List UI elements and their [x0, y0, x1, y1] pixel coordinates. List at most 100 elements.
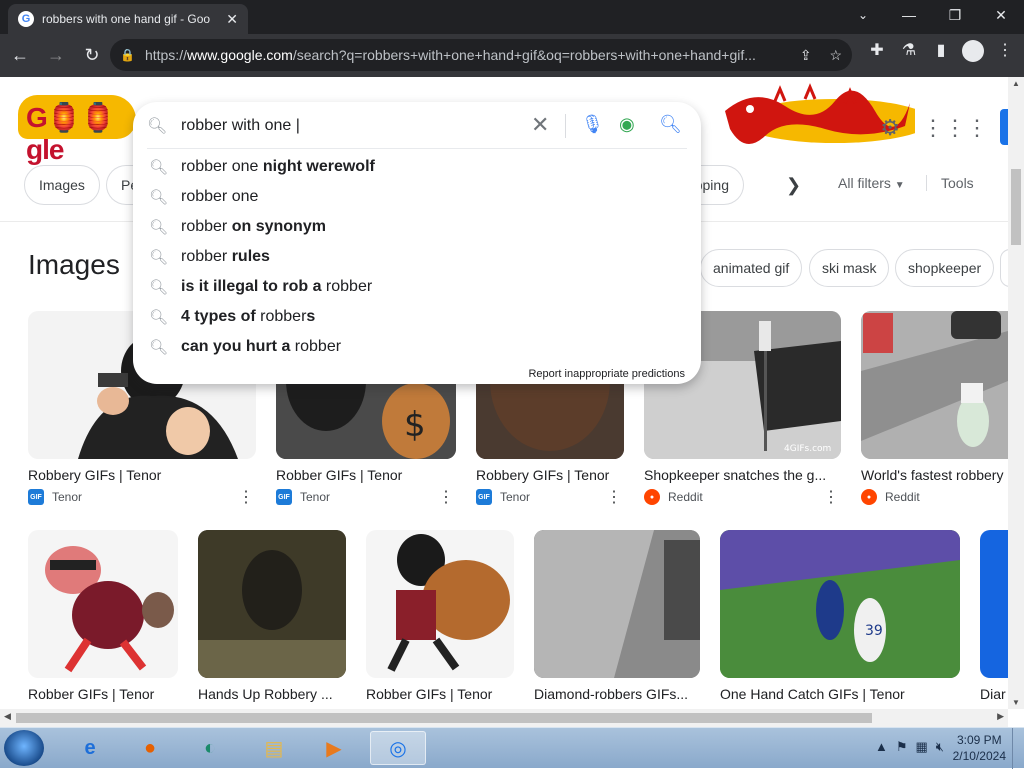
suggestion-item[interactable]: 🔍︎ robber one [133, 182, 701, 212]
show-desktop-button[interactable] [1012, 728, 1024, 769]
tab-search-chevron-icon[interactable]: ⌄ [848, 0, 878, 30]
scroll-up-arrow-icon[interactable]: ▲ [1012, 79, 1020, 88]
internet-explorer-icon[interactable]: e [62, 731, 118, 765]
result-caption[interactable]: Shopkeeper snatches the g... [644, 467, 841, 483]
result-caption[interactable]: One Hand Catch GIFs | Tenor [720, 686, 960, 702]
tray-expand-icon[interactable]: ▲ [875, 739, 888, 755]
related-chip-partial[interactable] [1000, 249, 1008, 287]
image-result[interactable]: Diar [980, 530, 1008, 702]
chevron-right-icon[interactable]: ❯ [786, 175, 801, 196]
image-result[interactable]: Robber GIFs | Tenor [366, 530, 514, 702]
forward-icon[interactable]: → [40, 40, 72, 72]
suggestion-item[interactable]: 🔍︎ robber on synonym [133, 212, 701, 242]
more-options-icon[interactable]: ⋮ [823, 487, 839, 507]
back-icon[interactable]: ← [4, 40, 36, 72]
more-options-icon[interactable]: ⋮ [238, 487, 254, 507]
result-caption[interactable]: World's fastest robbery [861, 467, 1008, 483]
search-submit-icon[interactable]: 🔍︎ [659, 114, 682, 135]
search-input[interactable]: robber with one | [181, 117, 300, 135]
google-apps-grid-icon[interactable]: ⋮⋮⋮ [922, 115, 988, 141]
profile-avatar-icon[interactable] [962, 40, 984, 67]
result-thumbnail[interactable]: 39 [720, 530, 960, 678]
horizontal-scroll-thumb[interactable] [16, 713, 872, 723]
browser-tab[interactable]: G robbers with one hand gif - Goo ✕ [8, 4, 248, 34]
network-icon[interactable]: ▦ [916, 739, 928, 755]
search-box[interactable]: 🔍︎ robber with one | ✕ 🎙︎ ◉ 🔍︎ [133, 102, 701, 150]
minimize-icon[interactable]: — [886, 0, 932, 30]
related-chip-animated-gif[interactable]: animated gif [700, 249, 803, 287]
suggestion-item[interactable]: 🔍︎ robber one night werewolf [133, 152, 701, 182]
scroll-down-arrow-icon[interactable]: ▼ [1012, 698, 1020, 707]
share-icon[interactable]: ⇪ [800, 47, 812, 63]
image-result[interactable]: Diamond-robbers GIFs... [534, 530, 700, 702]
more-options-icon[interactable]: ⋮ [438, 487, 454, 507]
restore-icon[interactable]: ❐ [932, 0, 978, 30]
result-source[interactable]: ● Reddit ⋮ [644, 487, 841, 507]
reload-icon[interactable]: ↻ [76, 40, 108, 72]
bookmark-star-icon[interactable]: ☆ [829, 47, 842, 63]
address-bar[interactable]: 🔒 https://www.google.com/search?q=robber… [110, 39, 852, 71]
suggestion-item[interactable]: 🔍︎ robber rules [133, 242, 701, 272]
suggestion-item[interactable]: 🔍︎ 4 types of robbers [133, 302, 701, 332]
scroll-left-arrow-icon[interactable]: ◀ [4, 711, 11, 722]
window-close-icon[interactable]: ✕ [978, 0, 1024, 30]
start-button-icon[interactable] [4, 730, 44, 766]
related-chip-shopkeeper[interactable]: shopkeeper [895, 249, 995, 287]
lock-icon[interactable]: 🔒 [120, 48, 135, 62]
google-lens-icon[interactable]: ◉ [619, 114, 635, 135]
volume-muted-icon[interactable]: 🔇︎ [936, 739, 944, 755]
result-caption[interactable]: Diamond-robbers GIFs... [534, 686, 700, 702]
horizontal-scrollbar[interactable]: ◀ ▶ [0, 709, 1008, 727]
file-explorer-icon[interactable]: ▤ [246, 731, 302, 765]
more-options-icon[interactable]: ⋮ [606, 487, 622, 507]
chrome-taskbar-icon[interactable]: ◎ [370, 731, 426, 765]
settings-gear-icon[interactable]: ⚙ [880, 115, 900, 141]
result-thumbnail[interactable] [28, 530, 178, 678]
image-result[interactable]: World's fastest robbery ● Reddit [861, 311, 1008, 505]
vertical-scrollbar[interactable]: ▲ ▼ [1008, 77, 1024, 709]
result-thumbnail[interactable] [534, 530, 700, 678]
voice-search-mic-icon[interactable]: 🎙︎ [581, 114, 604, 135]
result-thumbnail[interactable] [861, 311, 1008, 459]
result-thumbnail[interactable] [980, 530, 1008, 678]
system-clock[interactable]: 3:09 PM 2/10/2024 [953, 732, 1006, 764]
google-doodle-logo[interactable]: G🏮🏮gle [18, 87, 136, 165]
tools-button[interactable]: Tools [926, 175, 974, 191]
image-result[interactable]: Robber GIFs | Tenor [28, 530, 178, 702]
url-text[interactable]: https://www.google.com/search?q=robbers+… [145, 47, 786, 63]
all-filters-button[interactable]: All filters ▼ [838, 175, 905, 191]
labs-flask-icon[interactable]: ⚗ [898, 40, 920, 67]
result-thumbnail[interactable] [366, 530, 514, 678]
result-thumbnail[interactable] [198, 530, 346, 678]
suggestion-item[interactable]: 🔍︎ is it illegal to rob a robber [133, 272, 701, 302]
result-caption[interactable]: Hands Up Robbery ... [198, 686, 346, 702]
vertical-scroll-thumb[interactable] [1011, 169, 1021, 245]
result-caption[interactable]: Robber GIFs | Tenor [276, 467, 456, 483]
image-result[interactable]: 39 One Hand Catch GIFs | Tenor [720, 530, 960, 702]
tab-close-icon[interactable]: ✕ [226, 11, 238, 28]
side-panel-icon[interactable]: ▮ [930, 40, 952, 67]
scroll-right-arrow-icon[interactable]: ▶ [997, 711, 1004, 722]
menu-kebab-icon[interactable]: ⋮ [994, 40, 1016, 67]
suggestion-item[interactable]: 🔍︎ can you hurt a robber [133, 332, 701, 362]
result-caption[interactable]: Robber GIFs | Tenor [366, 686, 514, 702]
related-chip-ski-mask[interactable]: ski mask [809, 249, 890, 287]
result-caption[interactable]: Robber GIFs | Tenor [28, 686, 178, 702]
result-caption[interactable]: Robbery GIFs | Tenor [28, 467, 256, 483]
media-player-icon[interactable]: ▶ [306, 731, 362, 765]
edge-icon[interactable]: ◐ [182, 731, 238, 765]
sign-in-button-edge[interactable] [1000, 109, 1008, 145]
extensions-icon[interactable]: ✚ [866, 40, 888, 67]
report-predictions-link[interactable]: Report inappropriate predictions [528, 368, 685, 380]
result-caption[interactable]: Robbery GIFs | Tenor [476, 467, 624, 483]
result-source[interactable]: GIF Tenor ⋮ [28, 487, 256, 507]
action-center-flag-icon[interactable]: ⚑ [896, 739, 908, 755]
result-source[interactable]: GIF Tenor ⋮ [276, 487, 456, 507]
firefox-icon[interactable]: ● [122, 731, 178, 765]
result-source[interactable]: GIF Tenor ⋮ [476, 487, 624, 507]
result-source[interactable]: ● Reddit [861, 489, 1008, 505]
chip-images[interactable]: Images [24, 165, 100, 205]
clear-search-icon[interactable]: ✕ [531, 112, 549, 138]
result-caption[interactable]: Diar [980, 686, 1008, 702]
image-result[interactable]: Hands Up Robbery ... [198, 530, 346, 702]
